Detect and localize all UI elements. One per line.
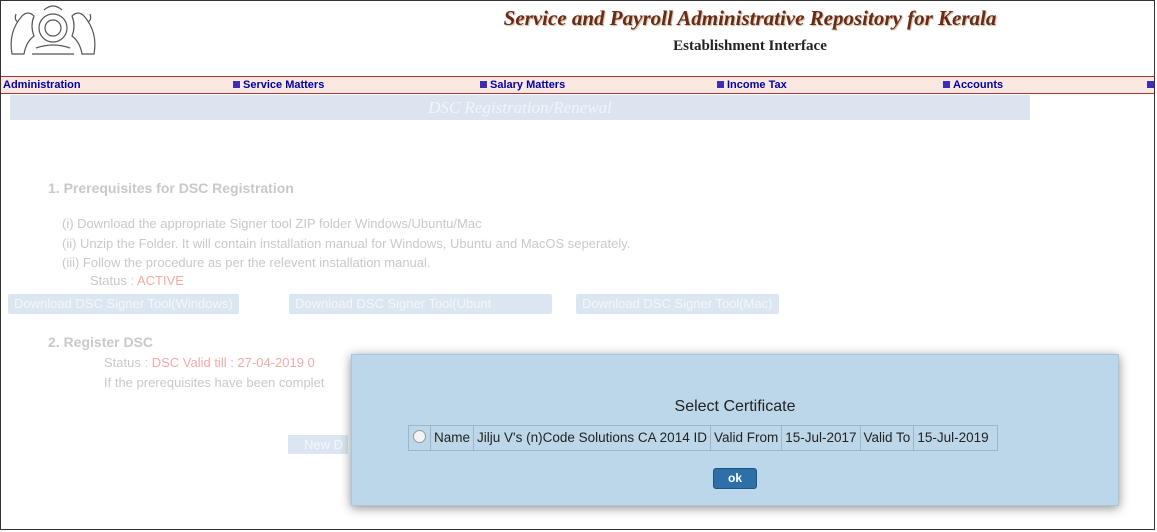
certificate-row: Name Jilju V's (n)Code Solutions CA 2014… <box>408 425 998 451</box>
menu-item-administration[interactable]: Administration <box>3 79 81 91</box>
select-certificate-dialog: Select Certificate Name Jilju V's (n)Cod… <box>351 354 1119 506</box>
valid-to-value: 15-Jul-2019 <box>913 426 996 450</box>
status-value: ACTIVE <box>136 273 184 288</box>
menu-item-income-tax[interactable]: Income Tax <box>717 79 787 91</box>
dsc-status: Status : DSC Valid till : 27-04-2019 0 <box>104 355 315 370</box>
bullet-square-icon <box>1147 81 1154 88</box>
valid-from-value: 15-Jul-2017 <box>781 426 859 450</box>
menu-item-label: Accounts <box>953 79 1004 91</box>
app-subtitle: Establishment Interface <box>673 38 827 54</box>
prerequisite-step-1: (i) Download the appropriate Signer tool… <box>62 216 482 231</box>
signer-status: Status : ACTIVE <box>90 273 184 288</box>
menu-item-label: Service Matters <box>243 79 325 91</box>
menu-item-service-matters[interactable]: Service Matters <box>233 79 324 91</box>
menu-item-label: Salary Matters <box>490 79 566 91</box>
kerala-emblem-logo <box>10 5 96 55</box>
section-prerequisites-title: 1. Prerequisites for DSC Registration <box>48 180 294 196</box>
status-label: Status : <box>90 273 135 288</box>
name-label: Name <box>430 426 473 450</box>
new-dsc-button[interactable]: New D <box>288 435 348 454</box>
download-signer-windows-button[interactable]: Download DSC Signer Tool(Windows) <box>8 294 239 314</box>
menu-item-accounts[interactable]: Accounts <box>943 79 1003 91</box>
prerequisite-step-2: (ii) Unzip the Folder. It will contain i… <box>62 236 631 251</box>
certificate-radio-cell <box>409 426 430 450</box>
certificate-name: Jilju V's (n)Code Solutions CA 2014 ID <box>473 426 710 450</box>
valid-from-label: Valid From <box>709 426 781 450</box>
status-value: DSC Valid till : 27-04-2019 0 <box>151 355 315 370</box>
ok-button[interactable]: ok <box>713 468 757 489</box>
status-label: Status : <box>104 355 149 370</box>
app-title: Service and Payroll Administrative Repos… <box>503 6 997 30</box>
page-heading: DSC Registration/Renewal <box>10 95 1030 120</box>
dsc-instruction-note: If the prerequisites have been complet <box>104 375 325 390</box>
bullet-square-icon <box>233 81 240 88</box>
prerequisite-step-3: (iii) Follow the procedure as per the re… <box>62 255 431 270</box>
menu-item-label: Income Tax <box>727 79 787 91</box>
bullet-square-icon <box>480 81 487 88</box>
menu-item-salary-matters[interactable]: Salary Matters <box>480 79 565 91</box>
certificate-radio[interactable] <box>413 430 426 443</box>
bullet-square-icon <box>943 81 950 88</box>
bullet-square-icon <box>717 81 724 88</box>
section-register-dsc-title: 2. Register DSC <box>48 334 154 350</box>
download-signer-ubuntu-button[interactable]: Download DSC Signer Tool(Ubunt <box>289 294 552 314</box>
main-menu-bar: Administration Service Matters Salary Ma… <box>1 76 1154 94</box>
dialog-title: Select Certificate <box>674 398 796 415</box>
menu-item-label: Administration <box>3 79 81 91</box>
menu-item-more[interactable] <box>1147 79 1157 91</box>
download-signer-mac-button[interactable]: Download DSC Signer Tool(Mac) <box>576 294 779 314</box>
valid-to-label: Valid To <box>859 426 914 450</box>
